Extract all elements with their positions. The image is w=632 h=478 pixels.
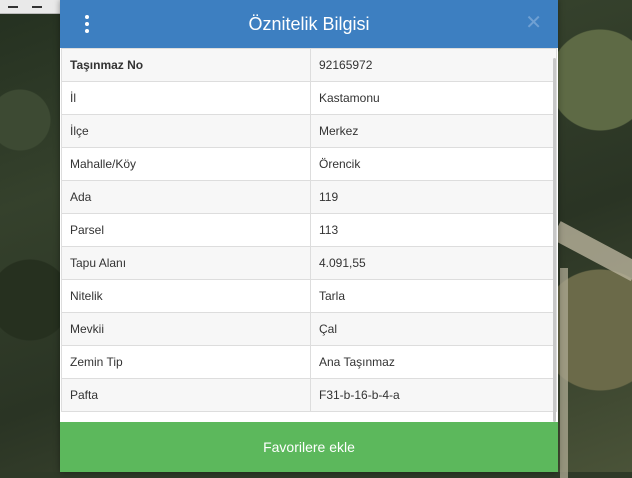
attribute-key: Nitelik bbox=[61, 279, 311, 313]
table-row: İl Kastamonu bbox=[61, 81, 557, 115]
map-toolbar[interactable] bbox=[0, 0, 60, 14]
attribute-table: Taşınmaz No 92165972 İl Kastamonu İlçe M… bbox=[61, 48, 557, 412]
attribute-key: Tapu Alanı bbox=[61, 246, 311, 280]
attribute-value: Çal bbox=[310, 312, 557, 346]
attribute-value: Merkez bbox=[310, 114, 557, 148]
kebab-menu-icon[interactable] bbox=[82, 15, 92, 33]
table-row: Zemin Tip Ana Taşınmaz bbox=[61, 345, 557, 379]
table-row: Parsel 113 bbox=[61, 213, 557, 247]
attribute-key: Ada bbox=[61, 180, 311, 214]
close-icon[interactable]: ✕ bbox=[525, 13, 542, 33]
attribute-panel: Öznitelik Bilgisi ✕ Taşınmaz No 92165972… bbox=[60, 0, 558, 472]
table-row: İlçe Merkez bbox=[61, 114, 557, 148]
add-to-favorites-button[interactable]: Favorilere ekle bbox=[60, 422, 558, 472]
attribute-value: 113 bbox=[310, 213, 557, 247]
attribute-value: 119 bbox=[310, 180, 557, 214]
table-row: Taşınmaz No 92165972 bbox=[61, 48, 557, 82]
attribute-value: Örencik bbox=[310, 147, 557, 181]
attribute-value: 4.091,55 bbox=[310, 246, 557, 280]
table-row: Pafta F31-b-16-b-4-a bbox=[61, 378, 557, 412]
attribute-key: Pafta bbox=[61, 378, 311, 412]
attribute-value: 92165972 bbox=[310, 48, 557, 82]
table-row: Tapu Alanı 4.091,55 bbox=[61, 246, 557, 280]
panel-title: Öznitelik Bilgisi bbox=[248, 13, 370, 34]
attribute-value: Kastamonu bbox=[310, 81, 557, 115]
scrollbar[interactable] bbox=[553, 58, 556, 422]
attribute-key: Taşınmaz No bbox=[61, 48, 311, 82]
table-row: Mevkii Çal bbox=[61, 312, 557, 346]
attribute-key: İl bbox=[61, 81, 311, 115]
map-road-vertical bbox=[560, 268, 568, 478]
panel-header: Öznitelik Bilgisi ✕ bbox=[60, 0, 558, 48]
attribute-value: Tarla bbox=[310, 279, 557, 313]
minus-icon[interactable] bbox=[8, 5, 18, 8]
attribute-key: Mahalle/Köy bbox=[61, 147, 311, 181]
attribute-value: Ana Taşınmaz bbox=[310, 345, 557, 379]
attribute-key: Mevkii bbox=[61, 312, 311, 346]
attribute-value: F31-b-16-b-4-a bbox=[310, 378, 557, 412]
table-row: Nitelik Tarla bbox=[61, 279, 557, 313]
attribute-key: Parsel bbox=[61, 213, 311, 247]
table-row: Ada 119 bbox=[61, 180, 557, 214]
table-row: Mahalle/Köy Örencik bbox=[61, 147, 557, 181]
attribute-key: İlçe bbox=[61, 114, 311, 148]
dash-icon[interactable] bbox=[32, 5, 42, 8]
attribute-key: Zemin Tip bbox=[61, 345, 311, 379]
